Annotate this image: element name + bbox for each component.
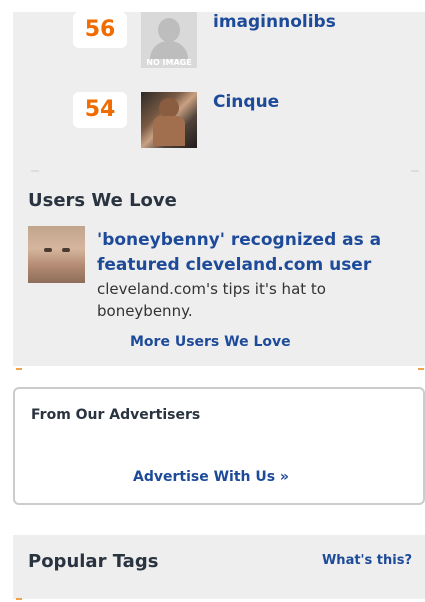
advertise-with-us-link[interactable]: Advertise With Us »	[133, 469, 289, 485]
silhouette-body-icon	[150, 41, 188, 59]
user-link-cinque[interactable]: Cinque	[213, 92, 279, 112]
advertisers-heading: From Our Advertisers	[31, 407, 201, 423]
silhouette-head-icon	[158, 18, 180, 42]
user-photo-cinque[interactable]	[141, 92, 197, 148]
featured-user-link[interactable]: 'boneybenny' recognized as a featured cl…	[97, 228, 415, 278]
no-image-caption: NO IMAGE	[146, 58, 192, 67]
no-image-placeholder[interactable]: NO IMAGE	[141, 12, 197, 68]
corner-mark	[16, 368, 22, 370]
whats-this-link[interactable]: What's this?	[322, 553, 412, 568]
rank-badge: 54	[73, 92, 127, 128]
divider-mark	[411, 164, 419, 172]
avatar-eye	[44, 248, 52, 252]
more-users-we-love-link[interactable]: More Users We Love	[130, 334, 291, 350]
popular-tags-panel: Popular Tags What's this?	[13, 535, 425, 599]
popular-tags-heading: Popular Tags	[28, 551, 159, 572]
divider-mark	[31, 164, 39, 172]
corner-mark	[16, 598, 22, 600]
photo-figure-head	[159, 98, 179, 118]
user-link-imaginnolibs[interactable]: imaginnolibs	[213, 12, 336, 32]
avatar-eye	[62, 248, 70, 252]
corner-mark	[418, 368, 424, 370]
advertisers-panel: From Our Advertisers Advertise With Us »	[13, 387, 425, 505]
featured-user-description: cleveland.com's tips it's hat to boneybe…	[97, 280, 326, 320]
users-we-love-heading: Users We Love	[28, 190, 177, 211]
featured-user-avatar[interactable]	[28, 226, 85, 283]
photo-figure-torso	[153, 116, 185, 146]
rank-badge: 56	[73, 12, 127, 48]
